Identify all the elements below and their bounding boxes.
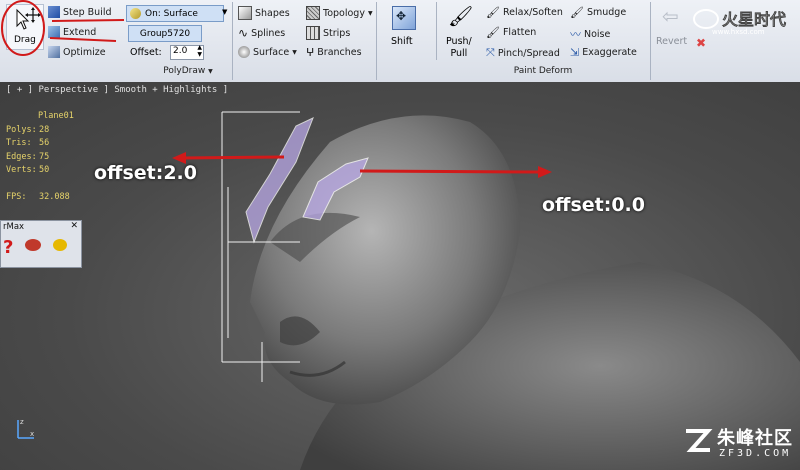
offset-label: Offset: [130,47,162,58]
smudge-label: Smudge [586,7,627,18]
noise-icon: 〰 [570,28,581,41]
svg-text:火星时代: 火星时代 [722,10,786,29]
polydraw-group-label[interactable]: PolyDraw ▼ [0,66,376,76]
topology-icon [306,6,320,20]
surface-icon [130,8,141,19]
paint-deform-group-label: Paint Deform [513,66,573,76]
surface-dropdown-icon[interactable]: ▼ [292,49,297,56]
branches-label: Branches [317,47,362,58]
exaggerate-label: Exaggerate [582,47,637,58]
topology-button[interactable]: Topology ▼ [306,6,373,20]
separator [650,2,651,80]
red-underline-annotation [49,19,125,42]
strips-icon [306,26,320,40]
object-name: Plane01 [38,111,74,121]
offset-arrows [172,152,552,178]
brush-icon: 🖌 [448,4,474,28]
branches-button[interactable]: ⵖ Branches [306,46,362,59]
help-icon[interactable]: ? [3,237,13,258]
shapes-label: Shapes [255,7,290,19]
revert-button[interactable]: ⇦ Revert [652,4,692,54]
shapes-icon [238,6,252,20]
surface-button[interactable]: Surface ▼ [238,46,297,58]
smudge-button[interactable]: 🖌 Smudge [570,6,626,19]
push-pull-button[interactable]: 🖌 Push/ Pull [442,4,478,60]
axis-gizmo: z x [17,418,34,439]
relax-soften-label: Relax/Soften [502,7,563,18]
surface-label: Surface [253,46,290,58]
annotation-offset-right: offset:0.0 [542,194,645,216]
shapes-button[interactable]: Shapes [238,6,290,20]
pinch-spread-label: Pinch/Spread [497,47,560,59]
stat-fps: FPS: 32.088 [6,191,70,202]
separator [376,2,377,80]
stat-tris: Tris: 56 [6,138,50,148]
topology-dropdown-icon[interactable]: ▼ [368,10,373,17]
offset-value: 2.0 [173,46,188,56]
smudge-icon: 🖌 [570,6,584,19]
zf3d-watermark: 朱峰社区 ZF3D.COM [683,424,798,468]
chevron-down-icon: ▼ [208,68,213,75]
revert-arrow-icon: ⇦ [662,4,679,28]
relax-icon: 🖌 [486,6,500,19]
strips-button[interactable]: Strips [306,26,350,40]
panel-title: rMax [3,222,25,232]
stat-verts: Verts: 50 [6,165,50,175]
on-surface-dropdown[interactable]: On: Surface [126,5,224,22]
hxsd-url: www.hxsd.com [712,28,765,36]
branches-icon: ⵖ [306,46,315,59]
noise-label: Noise [584,28,611,40]
svg-text:z: z [20,418,24,426]
shift-label: Shift [391,36,413,47]
push-pull-label: Push/ Pull [446,36,472,59]
teapot-icon[interactable] [25,239,41,251]
optimize-label: Optimize [63,46,106,58]
exaggerate-button[interactable]: ⇲ Exaggerate [570,46,637,59]
splines-button[interactable]: ∿ Splines [238,26,285,40]
ribbon-toolbar: Drag Step Build Extend Optimize On: Surf… [0,0,800,83]
pinch-icon: ⤧ [486,46,495,59]
flatten-icon: 🖌 [486,26,500,39]
surface-mode-icon [238,46,250,58]
on-surface-label: On: Surface [145,8,198,19]
render-icon[interactable] [53,239,67,251]
group-name-value: Group5720 [139,28,191,39]
exaggerate-icon: ⇲ [570,46,580,59]
splines-label: Splines [251,27,286,39]
noise-button[interactable]: 〰 Noise [570,26,610,42]
flatten-button[interactable]: 🖌 Flatten [486,26,536,39]
floating-toolbar-panel[interactable]: rMax ✕ ? [0,220,82,268]
svg-text:x: x [30,430,34,438]
annotation-offset-left: offset:2.0 [94,162,197,184]
close-icon[interactable]: ✕ [70,221,78,231]
splines-icon: ∿ [238,26,249,40]
close-x-icon[interactable]: ✖ [696,36,706,50]
flatten-label: Flatten [502,27,537,38]
stat-polys: Polys: 28 [6,124,50,135]
topology-label: Topology [323,7,365,19]
pinch-spread-button[interactable]: ⤧ Pinch/Spread [486,46,560,60]
separator [436,2,437,60]
offset-spinner[interactable]: 2.0 ▲ ▼ [170,44,204,60]
viewport-perspective[interactable]: [ + ] Perspective ] Smooth + Highlights … [0,82,800,470]
shift-arrows-icon: ✥ [396,9,407,23]
dropdown-arrow-icon[interactable]: ▼ [222,8,227,16]
relax-soften-button[interactable]: 🖌 Relax/Soften [486,6,563,19]
stat-edges: Edges: 75 [6,151,50,162]
strips-label: Strips [323,27,351,39]
viewport-statistics: Plane01 Polys: 28 Tris: 56 Edges: 75 Verts:… [6,110,74,204]
shift-button[interactable]: ✥ Shift [384,4,424,54]
spinner-arrows-icon[interactable]: ▲ ▼ [197,44,202,58]
revert-label: Revert [656,36,688,47]
group-name-field[interactable]: Group5720 [128,25,202,42]
